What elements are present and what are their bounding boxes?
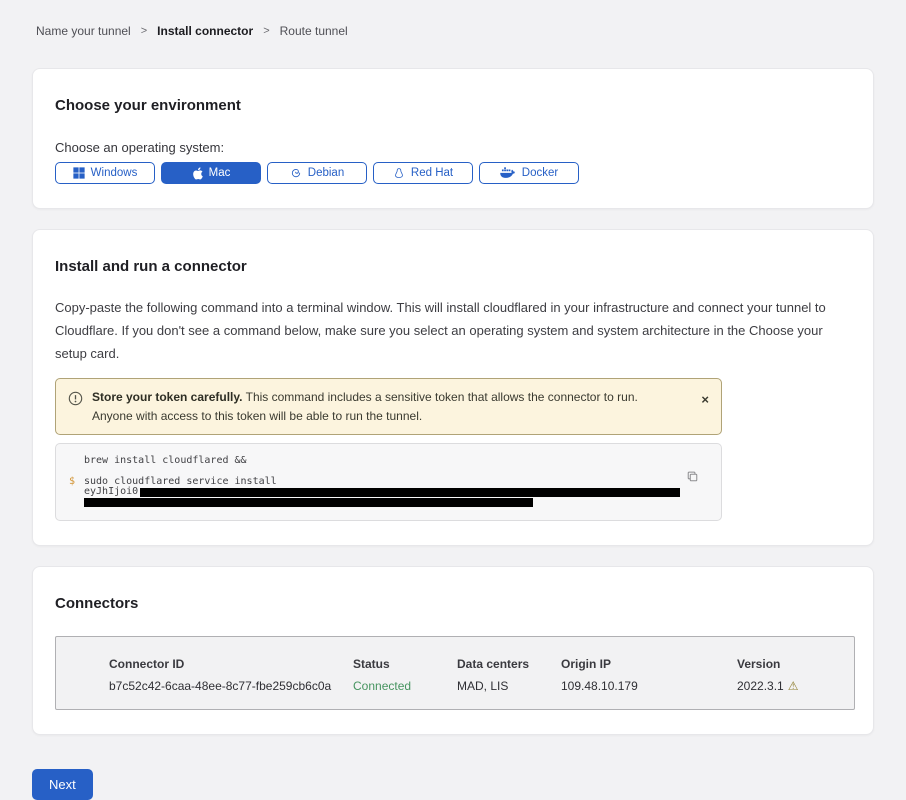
os-button-label: Debian xyxy=(308,167,344,179)
os-select-label: Choose an operating system: xyxy=(55,140,851,155)
warning-text-bold: Store your token carefully. xyxy=(92,390,243,404)
cell-data-centers: MAD, LIS xyxy=(457,679,561,693)
install-card: Install and run a connector Copy-paste t… xyxy=(32,229,874,546)
status-badge: Connected xyxy=(353,679,457,693)
windows-icon xyxy=(73,167,85,179)
os-button-label: Mac xyxy=(209,167,231,179)
os-button-group: Windows Mac Debian xyxy=(55,162,851,184)
os-button-mac[interactable]: Mac xyxy=(161,162,261,184)
redhat-penguin-icon xyxy=(393,167,405,180)
breadcrumb-step-name-tunnel[interactable]: Name your tunnel xyxy=(36,24,131,38)
install-description: Copy-paste the following command into a … xyxy=(55,297,851,365)
breadcrumb-separator: > xyxy=(141,25,147,37)
code-line-token-continued xyxy=(84,497,721,507)
token-redaction-bar xyxy=(84,498,533,508)
os-button-docker[interactable]: Docker xyxy=(479,162,579,184)
code-line-brew: brew install cloudflared && xyxy=(84,456,721,466)
breadcrumb-separator: > xyxy=(263,25,269,37)
alert-circle-icon xyxy=(68,391,83,406)
breadcrumb-step-route-tunnel[interactable]: Route tunnel xyxy=(280,24,348,38)
version-warning-icon: ⚠ xyxy=(788,679,799,693)
cell-connector-id: b7c52c42-6caa-48ee-8c77-fbe259cb6c0a xyxy=(109,679,353,693)
header-origin-ip: Origin IP xyxy=(561,657,737,671)
shell-prompt: $ xyxy=(56,477,84,507)
table-row: b7c52c42-6caa-48ee-8c77-fbe259cb6c0a Con… xyxy=(109,679,854,693)
environment-card-title: Choose your environment xyxy=(55,97,851,114)
prompt-spacer xyxy=(56,456,84,466)
os-button-label: Docker xyxy=(522,167,558,179)
debian-swirl-icon xyxy=(290,167,302,179)
token-warning-banner: Store your token carefully. This command… xyxy=(55,378,722,435)
apple-icon xyxy=(192,167,203,180)
connectors-card: Connectors Connector ID Status Data cent… xyxy=(32,566,874,735)
cell-origin-ip: 109.48.10.179 xyxy=(561,679,737,693)
header-version: Version xyxy=(737,657,854,671)
header-status: Status xyxy=(353,657,457,671)
next-button[interactable]: Next xyxy=(32,769,93,800)
docker-whale-icon xyxy=(500,167,516,179)
page-content: Choose your environment Choose an operat… xyxy=(0,68,906,735)
connectors-table: Connector ID Status Data centers Origin … xyxy=(55,636,855,710)
install-card-title: Install and run a connector xyxy=(55,258,851,275)
connectors-card-title: Connectors xyxy=(55,595,851,612)
version-value: 2022.3.1 xyxy=(737,679,784,693)
cell-version: 2022.3.1 ⚠ xyxy=(737,679,854,693)
os-button-windows[interactable]: Windows xyxy=(55,162,155,184)
connectors-table-header-row: Connector ID Status Data centers Origin … xyxy=(109,657,854,671)
os-button-debian[interactable]: Debian xyxy=(267,162,367,184)
environment-card: Choose your environment Choose an operat… xyxy=(32,68,874,209)
code-line-token: eyJhIjoi0 xyxy=(84,487,721,497)
os-button-label: Windows xyxy=(91,167,138,179)
breadcrumb-step-install-connector[interactable]: Install connector xyxy=(157,24,253,38)
token-prefix: eyJhIjoi0 xyxy=(84,487,138,497)
code-line-sudo: sudo cloudflared service install xyxy=(84,477,721,487)
close-icon[interactable]: × xyxy=(701,393,709,406)
os-button-label: Red Hat xyxy=(411,167,453,179)
warning-text: Store your token carefully. This command… xyxy=(92,388,644,425)
copy-icon[interactable] xyxy=(686,470,699,483)
header-connector-id: Connector ID xyxy=(109,657,353,671)
install-command-code-block: brew install cloudflared && $ sudo cloud… xyxy=(55,443,722,521)
os-button-redhat[interactable]: Red Hat xyxy=(373,162,473,184)
token-redaction-bar xyxy=(140,488,680,498)
breadcrumb: Name your tunnel > Install connector > R… xyxy=(0,0,906,38)
header-data-centers: Data centers xyxy=(457,657,561,671)
